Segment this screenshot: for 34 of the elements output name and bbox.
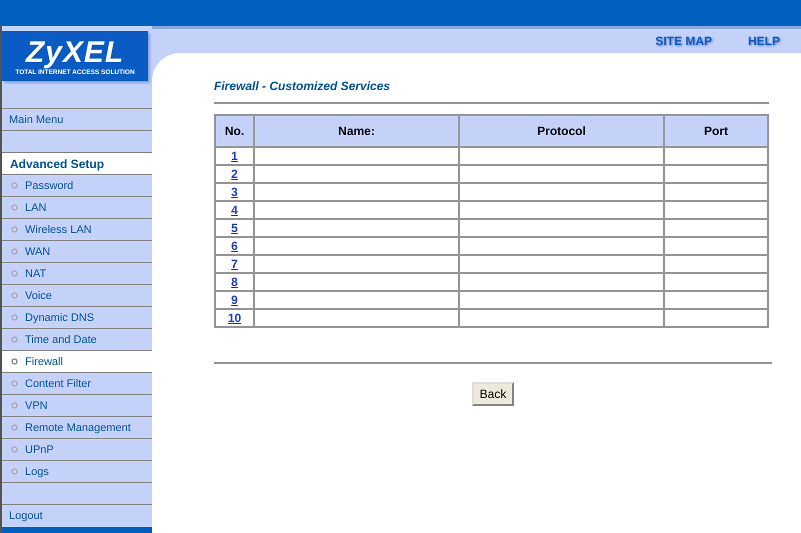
row-number-link[interactable]: 2: [231, 167, 238, 181]
bullet-icon: [11, 314, 18, 321]
column-header: No.: [215, 115, 254, 147]
bullet-icon: [11, 226, 18, 233]
row-number-link[interactable]: 3: [231, 185, 238, 199]
column-header: Port: [664, 115, 768, 147]
bullet-icon: [11, 380, 18, 387]
logo-name: ZyXEL: [26, 36, 124, 68]
row-number-link[interactable]: 4: [231, 203, 238, 217]
header-link[interactable]: HELP: [748, 34, 780, 48]
header-link[interactable]: SITE MAP: [655, 34, 712, 48]
row-number-link[interactable]: 7: [231, 257, 238, 271]
bullet-icon: [11, 446, 18, 453]
bullet-icon: [11, 204, 18, 211]
row-number-link[interactable]: 6: [231, 239, 238, 253]
row-number-link[interactable]: 5: [231, 221, 238, 235]
column-header: Protocol: [459, 115, 664, 147]
nav-item[interactable]: Firewall: [2, 350, 152, 372]
bullet-icon: [11, 402, 18, 409]
row-number-link[interactable]: 1: [231, 149, 238, 163]
bullet-icon: [11, 292, 18, 299]
nav-section[interactable]: Advanced Setup: [2, 152, 152, 174]
bullet-icon: [11, 424, 18, 431]
row-number-link[interactable]: 9: [231, 293, 238, 307]
bullet-icon: [11, 336, 18, 343]
row-number-link[interactable]: 8: [231, 275, 238, 289]
back-button[interactable]: Back: [472, 382, 514, 406]
bullet-icon: [11, 358, 18, 365]
bullet-icon: [11, 248, 18, 255]
bullet-icon: [11, 182, 18, 189]
bullet-icon: [11, 468, 18, 475]
page-title: Firewall - Customized Services: [214, 79, 392, 93]
column-header: Name:: [254, 115, 459, 147]
bullet-icon: [11, 270, 18, 277]
